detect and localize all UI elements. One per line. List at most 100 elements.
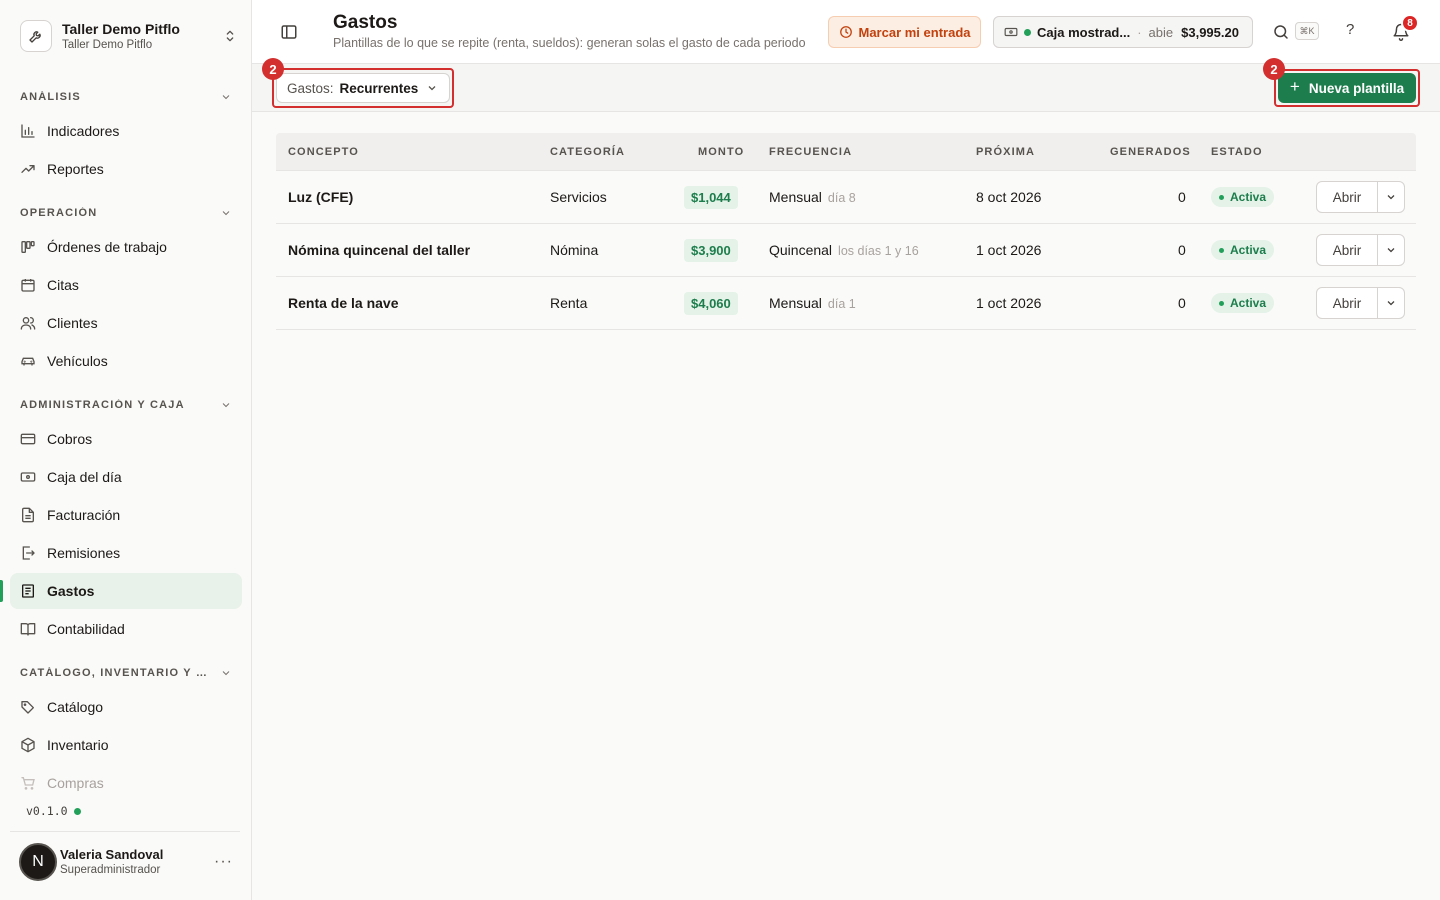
sidebar-item-inventario[interactable]: Inventario xyxy=(10,727,242,763)
table-row[interactable]: Luz (CFE) Servicios $1,044 Mensual día 8 … xyxy=(276,171,1416,224)
status-cell: Activa xyxy=(1211,187,1275,208)
table-row[interactable]: Renta de la nave Renta $4,060 Mensual día… xyxy=(276,277,1416,330)
status-badge: Activa xyxy=(1211,293,1275,314)
column-header[interactable]: MONTO xyxy=(698,146,744,158)
status-dot xyxy=(1219,300,1224,306)
filter-bar: Gastos: Recurrentes 2 + Nueva plantilla … xyxy=(252,58,1440,112)
row-frequency: Quincenal xyxy=(769,242,833,258)
file-export-icon xyxy=(22,546,35,560)
sidebar-item-contabilidad[interactable]: Contabilidad xyxy=(10,611,242,647)
new-template-button[interactable]: + Nueva plantilla xyxy=(1278,73,1416,103)
cash-register-status: abie xyxy=(1148,24,1174,40)
row-frequency-detail: los días 1 y 16 xyxy=(838,244,919,258)
sidebar-item-catalogo[interactable]: Catálogo xyxy=(10,689,242,725)
row-generated: 0 xyxy=(1178,189,1186,205)
cash-register-button[interactable]: Caja mostrad... · abie $3,995.20 xyxy=(993,16,1253,48)
sidebar-item-ordenes[interactable]: Órdenes de trabajo xyxy=(10,229,242,265)
row-menu-button[interactable] xyxy=(1378,288,1404,318)
amount-cell: $4,060 xyxy=(684,291,738,315)
section-catalogo[interactable]: CATÁLOGO, INVENTARIO Y COMPRAS xyxy=(20,665,232,681)
row-frequency: Mensual xyxy=(769,189,822,205)
open-button[interactable]: Abrir xyxy=(1317,288,1378,318)
row-menu-button[interactable] xyxy=(1378,182,1404,212)
status-cell: Activa xyxy=(1211,240,1275,261)
section-administracion[interactable]: ADMINISTRACIÓN Y CAJA xyxy=(20,397,232,413)
chevron-down-icon xyxy=(222,95,230,100)
receipt-icon xyxy=(22,584,34,598)
filter-label: Gastos: xyxy=(287,80,334,96)
column-header[interactable]: ESTADO xyxy=(1211,146,1263,158)
file-text-icon xyxy=(22,507,34,523)
chevron-down-icon xyxy=(1387,195,1395,200)
top-header: Gastos Plantillas de lo que se repite (r… xyxy=(252,0,1440,64)
org-switcher[interactable]: Taller Demo Pitflo Taller Demo Pitflo xyxy=(20,18,238,54)
frequency-cell: Mensual día 1 xyxy=(769,295,856,311)
column-header[interactable]: PRÓXIMA xyxy=(976,146,1035,158)
row-amount: $4,060 xyxy=(684,291,738,315)
avatar: N xyxy=(19,843,57,881)
section-analisis[interactable]: ANÁLISIS xyxy=(20,89,232,105)
banknote-icon xyxy=(20,472,36,482)
expense-type-filter[interactable]: Gastos: Recurrentes xyxy=(276,73,450,103)
column-header[interactable]: CATEGORÍA xyxy=(550,146,625,158)
cash-register-amount: $3,995.20 xyxy=(1181,24,1239,40)
help-button[interactable]: ? xyxy=(1346,21,1354,38)
chevron-down-icon xyxy=(1387,248,1395,253)
column-header[interactable]: CONCEPTO xyxy=(288,146,359,158)
status-dot xyxy=(1024,28,1031,36)
calendar-icon xyxy=(21,279,35,292)
banknote-icon xyxy=(1004,27,1018,37)
row-amount: $3,900 xyxy=(684,238,738,262)
row-category: Nómina xyxy=(550,242,599,258)
clock-in-button[interactable]: Marcar mi entrada xyxy=(828,16,981,48)
row-menu-button[interactable] xyxy=(1378,235,1404,265)
row-next-date: 1 oct 2026 xyxy=(976,295,1042,311)
open-button[interactable]: Abrir xyxy=(1317,235,1378,265)
amount-cell: $1,044 xyxy=(684,185,738,209)
kanban-icon xyxy=(21,241,35,253)
sidebar-item-vehiculos[interactable]: Vehículos xyxy=(10,343,242,379)
sidebar-item-gastos[interactable]: Gastos xyxy=(10,573,242,609)
search-shortcut: ⌘K xyxy=(1295,22,1319,40)
row-concept: Luz (CFE) xyxy=(288,189,354,205)
sidebar-toggle-icon[interactable] xyxy=(280,23,298,41)
chevron-down-icon xyxy=(1387,301,1395,306)
active-indicator xyxy=(0,580,3,602)
row-category: Servicios xyxy=(550,189,607,205)
page-title: Gastos xyxy=(333,12,398,33)
sidebar-item-compras[interactable]: Compras xyxy=(10,765,242,801)
separator: · xyxy=(1137,24,1142,40)
sidebar-item-clientes[interactable]: Clientes xyxy=(10,305,242,341)
sidebar-item-caja[interactable]: Caja del día xyxy=(10,459,242,495)
chevron-down-icon xyxy=(428,86,436,91)
column-header[interactable]: FRECUENCIA xyxy=(769,146,852,158)
sidebar-item-cobros[interactable]: Cobros xyxy=(10,421,242,457)
status-cell: Activa xyxy=(1211,293,1275,314)
clock-icon xyxy=(839,26,852,38)
row-frequency-detail: día 1 xyxy=(827,297,856,311)
divider xyxy=(10,831,240,832)
more-icon[interactable]: ··· xyxy=(214,853,233,871)
tags-icon xyxy=(21,701,34,714)
sidebar-item-facturacion[interactable]: Facturación xyxy=(10,497,242,533)
user-menu[interactable]: N Valeria Sandoval Superadministrador ··… xyxy=(19,842,241,882)
book-open-icon xyxy=(20,623,36,636)
section-operacion[interactable]: OPERACIÓN xyxy=(20,205,232,221)
sidebar-item-remisiones[interactable]: Remisiones xyxy=(10,535,242,571)
recurring-expenses-table: CONCEPTO CATEGORÍA MONTO FRECUENCIA PRÓX… xyxy=(276,133,1416,330)
table-row[interactable]: Nómina quincenal del taller Nómina $3,90… xyxy=(276,224,1416,277)
sidebar-item-indicadores[interactable]: Indicadores xyxy=(10,113,242,149)
status-badge: Activa xyxy=(1211,187,1275,208)
search-icon[interactable] xyxy=(1272,23,1290,41)
page-subtitle: Plantillas de lo que se repite (renta, s… xyxy=(333,36,806,50)
column-header[interactable]: GENERADOS xyxy=(1110,146,1191,158)
sidebar-item-reportes[interactable]: Reportes xyxy=(10,151,242,187)
row-amount: $1,044 xyxy=(684,185,738,209)
open-button[interactable]: Abrir xyxy=(1317,182,1378,212)
notifications-badge: 8 xyxy=(1401,14,1419,32)
shopping-cart-icon xyxy=(21,777,35,790)
sidebar-item-citas[interactable]: Citas xyxy=(10,267,242,303)
status-dot xyxy=(73,807,81,815)
user-role: Superadministrador xyxy=(60,863,161,876)
row-next-date: 8 oct 2026 xyxy=(976,189,1042,205)
